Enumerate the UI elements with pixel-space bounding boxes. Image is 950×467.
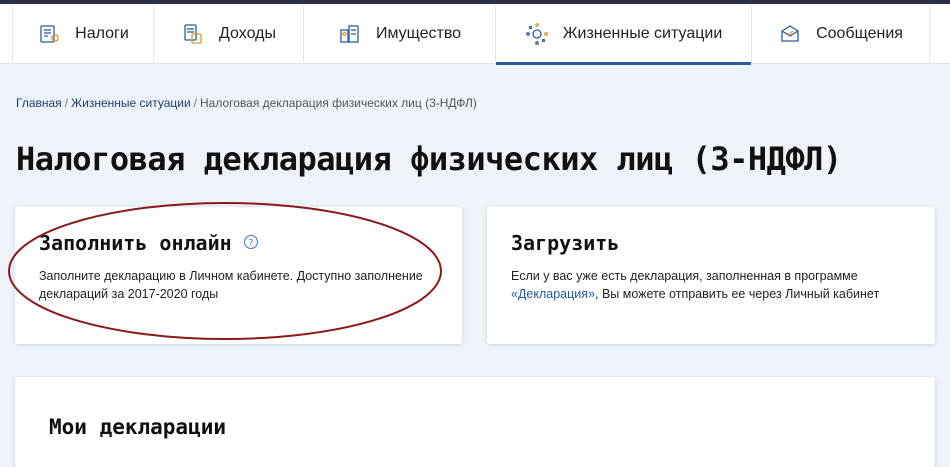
income-icon — [181, 22, 205, 46]
declaration-program-link[interactable]: «Декларация» — [511, 287, 595, 301]
life-situations-icon — [525, 22, 549, 46]
nav-item-label: Имущество — [375, 25, 462, 42]
breadcrumb-home-link[interactable]: Главная — [16, 96, 62, 110]
breadcrumb-section-link[interactable]: Жизненные ситуации — [71, 96, 191, 110]
my-declarations-title: Мои декларации — [49, 415, 227, 439]
fill-online-description: Заполните декларацию в Личном кабинете. … — [39, 269, 423, 301]
nav-item-taxes[interactable]: Налоги — [12, 4, 154, 64]
upload-card[interactable]: Загрузить Если у вас уже есть декларация… — [487, 207, 935, 344]
nav-item-income[interactable]: Доходы — [154, 4, 304, 64]
fill-online-title[interactable]: Заполнить онлайн — [39, 231, 232, 255]
upload-description: Если у вас уже есть декларация, заполнен… — [511, 269, 880, 301]
upload-title[interactable]: Загрузить — [511, 231, 619, 255]
svg-text:?: ? — [249, 239, 254, 249]
nav-item-label: Налоги — [75, 25, 129, 42]
property-icon — [338, 22, 362, 46]
page-title: Налоговая декларация физических лиц (3-Н… — [16, 140, 842, 178]
tax-document-icon — [37, 22, 61, 46]
help-question-icon[interactable]: ? — [243, 234, 259, 250]
nav-item-property[interactable]: Имущество — [304, 4, 496, 64]
main-nav: Налоги Доходы Имущество Жизненные ситуац… — [0, 4, 950, 65]
nav-item-life-situations[interactable]: Жизненные ситуации — [496, 4, 752, 65]
breadcrumb: Главная / Жизненные ситуации / Налоговая дек… — [16, 96, 477, 110]
my-declarations-card: Мои декларации — [15, 377, 935, 467]
nav-item-label: Жизненные ситуации — [562, 25, 723, 42]
messages-icon — [778, 22, 802, 46]
fill-online-card[interactable]: Заполнить онлайн ? Заполните декларацию … — [15, 207, 462, 344]
nav-item-messages[interactable]: Сообщения — [752, 4, 930, 64]
breadcrumb-current: Налоговая декларация физических лиц (3-Н… — [200, 96, 477, 110]
nav-item-label: Сообщения — [816, 25, 903, 42]
nav-item-label: Доходы — [219, 25, 276, 42]
